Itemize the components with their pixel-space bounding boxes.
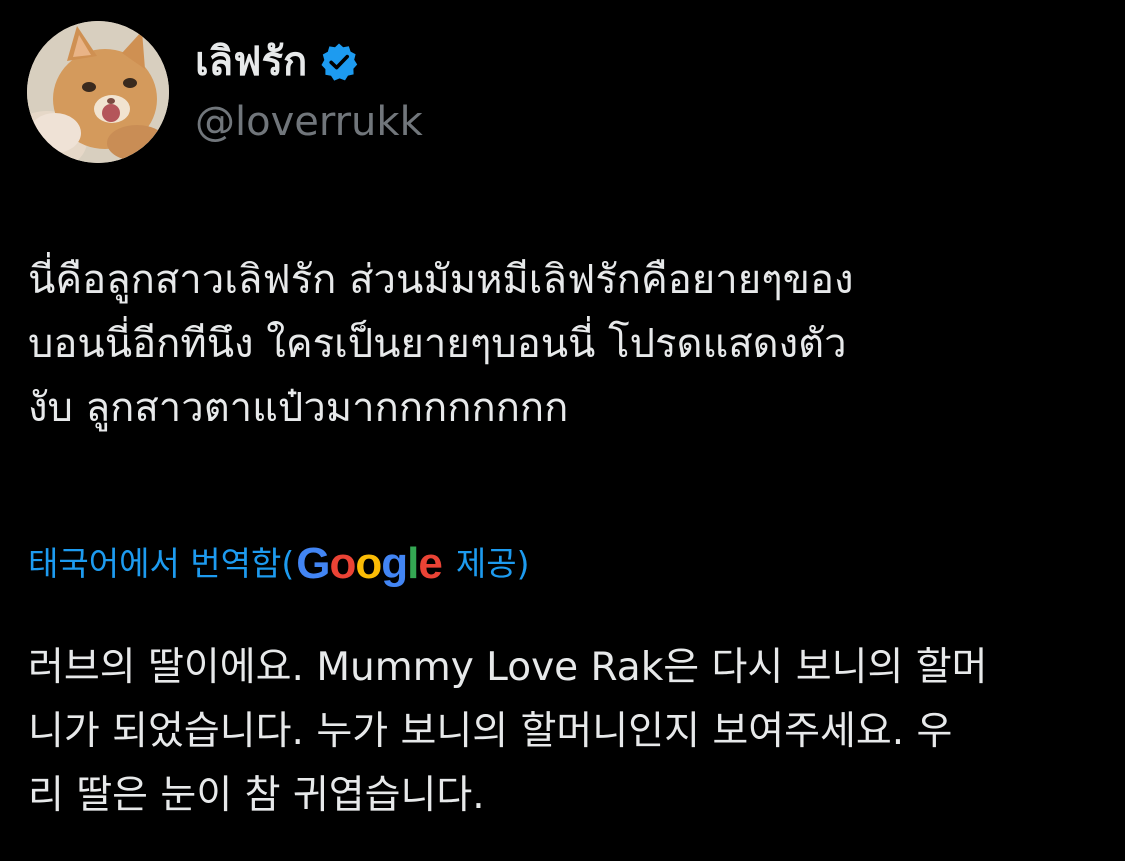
- google-logo-letter: l: [407, 539, 419, 588]
- tweet-text-line: นี่คือลูกสาวเลิฟรัก ส่วนมัมหมีเลิฟรักคือ…: [28, 257, 854, 303]
- tweet-text: นี่คือลูกสาวเลิฟรัก ส่วนมัมหมีเลิฟรักคือ…: [28, 248, 1103, 440]
- cat-avatar-image: [27, 21, 169, 163]
- tweet-text-line: งับ ลูกสาวตาแป๋วมากกกกกกกก: [28, 385, 569, 431]
- translated-text: 러브의 딸이에요. Mummy Love Rak은 다시 보니의 할머 니가 되…: [28, 636, 1103, 828]
- tweet-text-line: บอนนี่อีกทีนึง ใครเป็นยายๆบอนนี่ โปรดแสด…: [28, 321, 847, 367]
- translated-text-line: 리 딸은 눈이 참 귀엽습니다.: [28, 773, 485, 818]
- translation-attribution-link[interactable]: 태국어에서 번역함( G o o g l e 제공): [28, 536, 529, 592]
- google-logo-letter: g: [381, 539, 408, 588]
- google-logo-letter: e: [418, 539, 443, 588]
- translated-text-line: 니가 되었습니다. 누가 보니의 할머니인지 보여주세요. 우: [28, 709, 953, 754]
- translation-attribution-suffix: 제공): [455, 544, 530, 583]
- author-name-row[interactable]: เลิฟรัก: [195, 38, 359, 86]
- author-handle[interactable]: @loverrukk: [195, 98, 423, 146]
- google-logo-letter: o: [329, 539, 356, 588]
- google-logo-letter: o: [355, 539, 382, 588]
- avatar[interactable]: [27, 21, 169, 163]
- google-logo: G o o g l e: [296, 536, 443, 592]
- tweet: เลิฟรัก @loverrukk นี่คือลูกสาวเลิฟรัก ส…: [0, 0, 1125, 861]
- translated-text-line: 러브의 딸이에요. Mummy Love Rak은 다시 보니의 할머: [28, 645, 988, 690]
- verified-badge-icon: [321, 43, 358, 81]
- translation-attribution-prefix: 태국어에서 번역함(: [28, 544, 295, 583]
- author-display-name[interactable]: เลิฟรัก: [195, 38, 307, 86]
- google-logo-letter: G: [296, 539, 330, 588]
